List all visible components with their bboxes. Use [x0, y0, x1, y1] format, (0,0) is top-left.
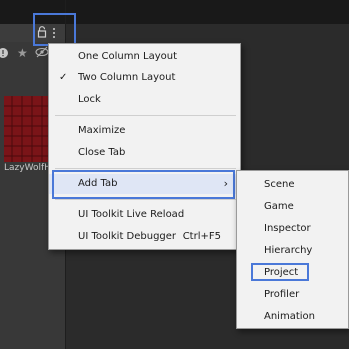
menu-item-maximize[interactable]: Maximize [49, 121, 240, 141]
add-tab-submenu: Scene Game Inspector Hierarchy Project P… [236, 170, 349, 329]
asset-texture [4, 96, 49, 162]
visibility-icon[interactable] [35, 46, 49, 58]
submenu-item-profiler[interactable]: Profiler [264, 285, 299, 305]
menu-item-ui-toolkit-debugger[interactable]: UI Toolkit Debugger Ctrl+F5 [49, 227, 240, 247]
menu-separator [55, 115, 236, 116]
menu-item-label: Maximize [78, 125, 126, 136]
submenu-item-inspector[interactable]: Inspector [264, 219, 311, 239]
menu-separator [55, 199, 236, 200]
menu-item-two-column-layout[interactable]: ✓ Two Column Layout [49, 68, 240, 88]
menu-separator [55, 168, 236, 169]
menu-item-label: UI Toolkit Debugger [78, 231, 177, 242]
highlight-box-project [251, 263, 309, 281]
highlight-box-lock [33, 13, 76, 46]
checkmark-icon: ✓ [59, 72, 68, 83]
favorite-star-icon[interactable]: ★ [17, 46, 28, 60]
submenu-item-hierarchy[interactable]: Hierarchy [264, 241, 312, 261]
highlight-box-add-tab [52, 170, 235, 199]
menu-item-one-column-layout[interactable]: One Column Layout [49, 47, 240, 67]
menu-item-close-tab[interactable]: Close Tab [49, 143, 240, 163]
submenu-item-game[interactable]: Game [264, 197, 294, 217]
menu-item-label: Two Column Layout [78, 72, 176, 83]
menu-item-lock[interactable]: Lock [49, 90, 240, 110]
context-menu: One Column Layout ✓ Two Column Layout Lo… [48, 43, 241, 250]
menu-item-label: Lock [78, 94, 101, 105]
menu-item-label: Close Tab [78, 147, 126, 158]
submenu-item-scene[interactable]: Scene [264, 175, 295, 195]
warning-filter-icon[interactable] [0, 47, 10, 59]
asset-thumbnail[interactable] [4, 96, 49, 162]
menu-item-label: UI Toolkit Live Reload [78, 209, 185, 220]
menu-item-label: One Column Layout [78, 51, 178, 62]
submenu-item-animation[interactable]: Animation [264, 307, 315, 327]
menu-item-shortcut: Ctrl+F5 [182, 231, 221, 242]
menu-item-ui-toolkit-live-reload[interactable]: UI Toolkit Live Reload [49, 205, 240, 225]
